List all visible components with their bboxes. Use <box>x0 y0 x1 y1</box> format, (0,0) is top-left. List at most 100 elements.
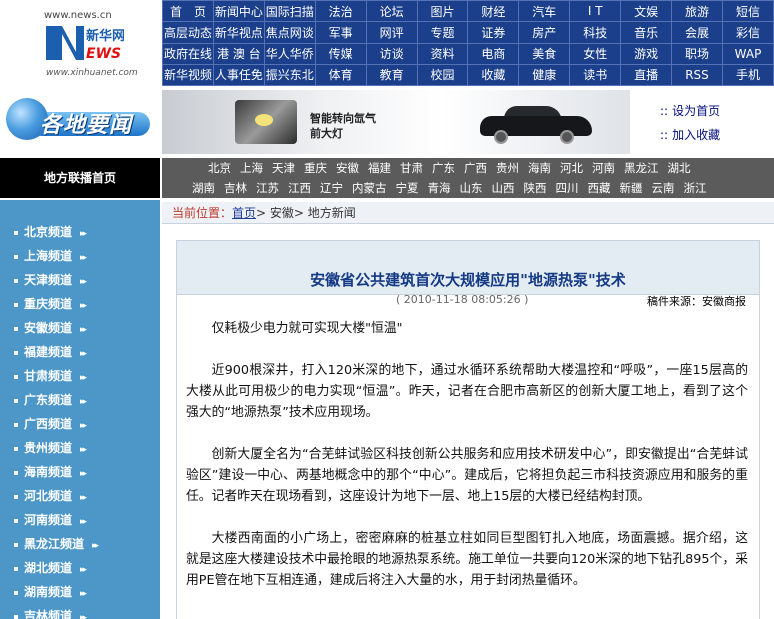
region-link[interactable]: 宁夏 <box>396 180 419 196</box>
region-link[interactable]: 云南 <box>652 180 675 196</box>
top-nav-link[interactable]: 人事任免 <box>212 63 265 87</box>
top-nav-link[interactable]: 收藏 <box>467 63 520 87</box>
sidebar-channel-item[interactable]: 福建频道 ▸▸ <box>14 340 160 364</box>
breadcrumb-province[interactable]: 安徽 <box>270 206 294 220</box>
banner-ad[interactable]: 智能转向氙气 前大灯 <box>162 90 630 154</box>
top-nav-link[interactable]: 法治 <box>314 0 367 23</box>
top-nav-link[interactable]: 财经 <box>467 0 520 23</box>
top-nav-link[interactable]: 直播 <box>620 63 673 87</box>
top-nav-link[interactable]: 游戏 <box>620 42 673 65</box>
sidebar-channel-item[interactable]: 湖北频道 ▸▸ <box>14 556 160 580</box>
breadcrumb-section[interactable]: 地方新闻 <box>308 206 356 220</box>
top-nav-link[interactable]: 体育 <box>314 63 367 87</box>
sidebar-channel-item[interactable]: 安徽频道 ▸▸ <box>14 316 160 340</box>
region-link[interactable]: 福建 <box>368 160 391 176</box>
top-nav-link[interactable]: WAP <box>721 42 774 65</box>
region-link[interactable]: 广东 <box>432 160 455 176</box>
region-link[interactable]: 甘肃 <box>400 160 423 176</box>
top-nav-link[interactable]: 健康 <box>518 63 571 87</box>
top-nav-link[interactable]: 音乐 <box>620 21 673 44</box>
region-link[interactable]: 湖南 <box>192 180 215 196</box>
top-nav-link[interactable]: 资料 <box>416 42 469 65</box>
region-link[interactable]: 浙江 <box>684 180 707 196</box>
top-nav-link[interactable]: 读书 <box>569 63 622 87</box>
sidebar-channel-item[interactable]: 上海频道 ▸▸ <box>14 244 160 268</box>
top-nav-link[interactable]: 电商 <box>467 42 520 65</box>
sidebar-channel-item[interactable]: 河南频道 ▸▸ <box>14 508 160 532</box>
top-nav-link[interactable]: 政府在线 <box>162 42 214 65</box>
sidebar-channel-item[interactable]: 贵州频道 ▸▸ <box>14 436 160 460</box>
region-link[interactable]: 山西 <box>492 180 515 196</box>
top-nav-link[interactable]: 美食 <box>518 42 571 65</box>
top-nav-link[interactable]: 女性 <box>569 42 622 65</box>
sidebar-channel-item[interactable]: 湖南频道 ▸▸ <box>14 580 160 604</box>
site-logo[interactable]: www.news.cn 新华网 EWS www.xinhuanet.com <box>0 0 160 88</box>
top-nav-link[interactable]: 汽车 <box>518 0 571 23</box>
top-nav-link[interactable]: 国际扫描 <box>263 0 316 23</box>
top-nav-link[interactable]: 网评 <box>365 21 418 44</box>
top-nav-link[interactable]: 高层动态 <box>162 21 214 44</box>
region-link[interactable]: 山东 <box>460 180 483 196</box>
sidebar-channel-item[interactable]: 甘肃频道 ▸▸ <box>14 364 160 388</box>
top-nav-link[interactable]: 港 澳 台 <box>212 42 265 65</box>
top-nav-link[interactable]: 振兴东北 <box>263 63 316 87</box>
region-link[interactable]: 北京 <box>208 160 231 176</box>
top-nav-link[interactable]: 图片 <box>416 0 469 23</box>
sidebar-channel-item[interactable]: 海南频道 ▸▸ <box>14 460 160 484</box>
sidebar-channel-item[interactable]: 吉林频道 ▸▸ <box>14 604 160 619</box>
sidebar-channel-item[interactable]: 广东频道 ▸▸ <box>14 388 160 412</box>
region-link[interactable]: 江苏 <box>256 180 279 196</box>
breadcrumb-home-link[interactable]: 首页 <box>232 206 256 220</box>
top-nav-link[interactable]: RSS <box>671 63 723 87</box>
region-link[interactable]: 新疆 <box>620 180 643 196</box>
top-nav-link[interactable]: 房产 <box>518 21 571 44</box>
top-nav-link[interactable]: 首 页 <box>162 0 214 23</box>
top-nav-link[interactable]: 焦点网谈 <box>263 21 316 44</box>
top-nav-link[interactable]: 华人华侨 <box>263 42 316 65</box>
top-nav-link[interactable]: 科技 <box>569 21 622 44</box>
top-nav-link[interactable]: 传媒 <box>314 42 367 65</box>
region-link[interactable]: 安徽 <box>336 160 359 176</box>
top-nav-link[interactable]: 短信 <box>721 0 774 23</box>
sidebar-channel-item[interactable]: 重庆频道 ▸▸ <box>14 292 160 316</box>
region-link[interactable]: 青海 <box>428 180 451 196</box>
top-nav-link[interactable]: 校园 <box>416 63 469 87</box>
top-nav-link[interactable]: 新华视点 <box>212 21 265 44</box>
region-link[interactable]: 吉林 <box>224 180 247 196</box>
top-nav-link[interactable]: 文娱 <box>620 0 673 23</box>
top-nav-link[interactable]: 彩信 <box>721 21 774 44</box>
region-link[interactable]: 海南 <box>528 160 551 176</box>
sidebar-channel-item[interactable]: 黑龙江频道 ▸▸ <box>14 532 160 556</box>
top-nav-link[interactable]: 旅游 <box>671 0 723 23</box>
top-nav-link[interactable]: I T <box>569 0 622 23</box>
region-link[interactable]: 湖北 <box>668 160 691 176</box>
regional-home-tab[interactable]: 地方联播首页 <box>0 158 160 198</box>
add-favorite-link[interactable]: :: 加入收藏 <box>660 126 770 143</box>
region-link[interactable]: 河南 <box>592 160 615 176</box>
sidebar-channel-item[interactable]: 北京频道 ▸▸ <box>14 220 160 244</box>
top-nav-link[interactable]: 会展 <box>671 21 723 44</box>
set-homepage-link[interactable]: :: 设为首页 <box>660 102 770 119</box>
region-link[interactable]: 黑龙江 <box>624 160 659 176</box>
region-link[interactable]: 陕西 <box>524 180 547 196</box>
sidebar-channel-item[interactable]: 河北频道 ▸▸ <box>14 484 160 508</box>
region-link[interactable]: 内蒙古 <box>352 180 387 196</box>
top-nav-link[interactable]: 专题 <box>416 21 469 44</box>
sidebar-channel-item[interactable]: 天津频道 ▸▸ <box>14 268 160 292</box>
region-link[interactable]: 广西 <box>464 160 487 176</box>
region-link[interactable]: 天津 <box>272 160 295 176</box>
region-link[interactable]: 上海 <box>240 160 263 176</box>
region-link[interactable]: 西藏 <box>588 180 611 196</box>
top-nav-link[interactable]: 访谈 <box>365 42 418 65</box>
top-nav-link[interactable]: 新华视频 <box>162 63 214 87</box>
region-link[interactable]: 河北 <box>560 160 583 176</box>
region-link[interactable]: 贵州 <box>496 160 519 176</box>
top-nav-link[interactable]: 职场 <box>671 42 723 65</box>
top-nav-link[interactable]: 手机 <box>721 63 774 87</box>
region-link[interactable]: 四川 <box>556 180 579 196</box>
top-nav-link[interactable]: 论坛 <box>365 0 418 23</box>
top-nav-link[interactable]: 新闻中心 <box>212 0 265 23</box>
sidebar-channel-item[interactable]: 广西频道 ▸▸ <box>14 412 160 436</box>
region-link[interactable]: 重庆 <box>304 160 327 176</box>
region-link[interactable]: 江西 <box>288 180 311 196</box>
